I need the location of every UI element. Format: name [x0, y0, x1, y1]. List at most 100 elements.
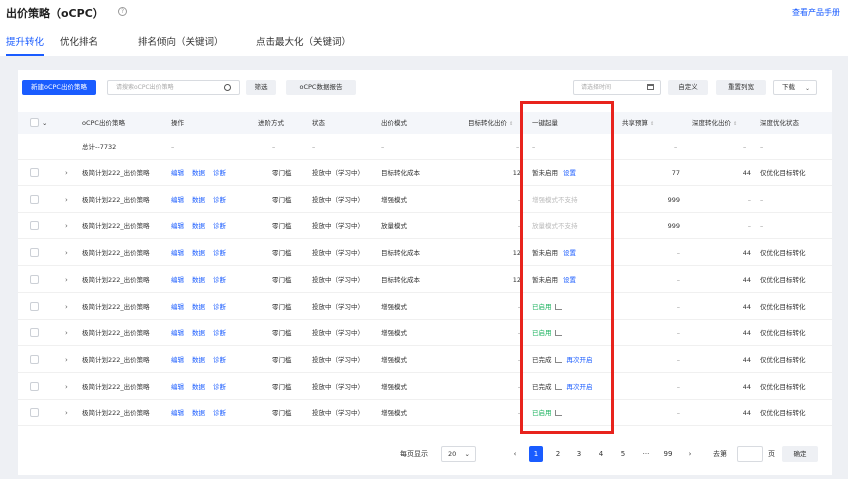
new-strategy-button[interactable]: 新建oCPC出价策略	[22, 80, 96, 95]
page-5[interactable]: 5	[616, 446, 630, 462]
col-deep-bid[interactable]: 深度转化出价 ⇕	[692, 112, 737, 135]
boost-action-link[interactable]: 设置	[563, 169, 576, 177]
page-4[interactable]: 4	[594, 446, 608, 462]
data-link[interactable]: 数据	[192, 356, 205, 364]
edit-link[interactable]: 编辑	[171, 356, 184, 364]
tab-optimize-rank[interactable]: 优化排名	[60, 34, 98, 56]
total-cell: –	[760, 143, 764, 151]
row-checkbox[interactable]	[30, 194, 39, 204]
boost-action-link[interactable]: 再次开启	[567, 383, 593, 391]
data-link[interactable]: 数据	[192, 249, 205, 257]
diagnose-link[interactable]: 诊断	[213, 383, 226, 391]
boost-action-link[interactable]: 设置	[563, 249, 576, 257]
diagnose-link[interactable]: 诊断	[213, 169, 226, 177]
table-row: › 极简计划222_出价策略 零门槛 投放中（学习中） 目标转化成本 12 – 44 仅优化目标…	[18, 240, 832, 267]
search-icon[interactable]	[224, 84, 231, 91]
expand-chevron-icon[interactable]: ›	[65, 294, 68, 320]
page-99[interactable]: 99	[659, 446, 677, 462]
row-checkbox[interactable]	[30, 168, 39, 177]
row-actions: 编辑 数据 诊断	[171, 400, 234, 426]
data-link[interactable]: 数据	[192, 329, 205, 337]
bar-chart-icon[interactable]	[554, 330, 562, 337]
expand-chevron-icon[interactable]: ›	[65, 374, 68, 400]
data-link[interactable]: 数据	[192, 409, 205, 417]
expand-chevron-icon[interactable]: ›	[65, 400, 68, 426]
diagnose-link[interactable]: 诊断	[213, 329, 226, 337]
row-checkbox[interactable]	[30, 221, 39, 231]
edit-link[interactable]: 编辑	[171, 409, 184, 417]
help-icon[interactable]: ?	[118, 7, 127, 16]
bar-chart-icon[interactable]	[554, 410, 562, 417]
edit-link[interactable]: 编辑	[171, 383, 184, 391]
expand-chevron-icon[interactable]: ›	[65, 160, 68, 186]
row-checkbox[interactable]	[30, 301, 39, 311]
col-shared-budget[interactable]: 共享预算 ⇕	[622, 112, 654, 135]
expand-chevron-icon[interactable]: ›	[65, 320, 68, 346]
edit-link[interactable]: 编辑	[171, 169, 184, 177]
diagnose-link[interactable]: 诊断	[213, 409, 226, 417]
diagnose-link[interactable]: 诊断	[213, 356, 226, 364]
edit-link[interactable]: 编辑	[171, 249, 184, 257]
report-button[interactable]: oCPC数据报告	[286, 80, 356, 95]
diagnose-link[interactable]: 诊断	[213, 196, 226, 204]
confirm-page-button[interactable]: 确定	[782, 446, 818, 462]
page-1[interactable]: 1	[529, 446, 543, 462]
prev-page-button[interactable]: ‹	[508, 446, 522, 462]
tab-boost-conversion[interactable]: 提升转化	[6, 34, 45, 56]
boost-action-link[interactable]: 设置	[563, 276, 576, 284]
row-checkbox[interactable]	[30, 328, 39, 338]
filter-button[interactable]: 筛选	[246, 80, 276, 95]
cell-bid-mode: 放量模式	[381, 222, 407, 231]
select-all-checkbox[interactable]	[30, 118, 39, 127]
reset-columns-button[interactable]: 重置列宽	[716, 80, 766, 95]
data-link[interactable]: 数据	[192, 276, 205, 284]
page-2[interactable]: 2	[551, 446, 565, 462]
custom-button[interactable]: 自定义	[668, 80, 708, 95]
data-link[interactable]: 数据	[192, 383, 205, 391]
bar-chart-icon[interactable]	[554, 303, 562, 310]
edit-link[interactable]: 编辑	[171, 276, 184, 284]
table-row: › 极简计划222_出价策略 零门槛 投放中（学习中） 放量模式 –999– – 编辑 数据 诊断…	[18, 213, 832, 240]
edit-link[interactable]: 编辑	[171, 303, 184, 311]
page-ellipsis[interactable]: ···	[637, 446, 655, 462]
expand-chevron-icon[interactable]: ›	[65, 187, 68, 213]
tab-click-maximize[interactable]: 点击最大化（关键词）	[256, 34, 351, 56]
cell-budget: 999	[667, 195, 680, 204]
next-page-button[interactable]: ›	[683, 446, 697, 462]
row-checkbox[interactable]	[30, 354, 39, 364]
download-dropdown[interactable]: 下载 ⌄	[773, 80, 817, 95]
data-link[interactable]: 数据	[192, 303, 205, 311]
tab-rank-tendency[interactable]: 排名倾向（关键词）	[138, 34, 224, 56]
bar-chart-icon[interactable]	[554, 356, 562, 363]
data-link[interactable]: 数据	[192, 196, 205, 204]
expand-chevron-icon[interactable]: ›	[65, 347, 68, 373]
expand-chevron-icon[interactable]: ›	[65, 267, 68, 293]
row-checkbox[interactable]	[30, 408, 39, 418]
col-target-bid[interactable]: 目标转化出价 ⇕	[468, 112, 513, 135]
diagnose-link[interactable]: 诊断	[213, 249, 226, 257]
select-all-chevron-icon[interactable]: ⌄	[42, 112, 47, 134]
search-input[interactable]: 请搜索oCPC出价策略	[107, 80, 240, 95]
diagnose-link[interactable]: 诊断	[213, 276, 226, 284]
bar-chart-icon[interactable]	[554, 383, 562, 390]
row-checkbox[interactable]	[30, 274, 39, 284]
boost-action-link[interactable]: 再次开启	[567, 356, 593, 364]
edit-link[interactable]: 编辑	[171, 222, 184, 230]
edit-link[interactable]: 编辑	[171, 329, 184, 337]
expand-chevron-icon[interactable]: ›	[65, 240, 68, 266]
date-picker[interactable]: 请选择时间	[573, 80, 661, 95]
edit-link[interactable]: 编辑	[171, 196, 184, 204]
goto-page-input[interactable]	[737, 446, 763, 462]
data-link[interactable]: 数据	[192, 169, 205, 177]
row-checkbox[interactable]	[30, 381, 39, 391]
cell-bid-mode: 增强模式	[381, 195, 407, 204]
data-link[interactable]: 数据	[192, 222, 205, 230]
page-3[interactable]: 3	[572, 446, 586, 462]
row-checkbox[interactable]	[30, 248, 39, 258]
diagnose-link[interactable]: 诊断	[213, 303, 226, 311]
per-page-select[interactable]: 20 ⌄	[441, 446, 476, 462]
expand-chevron-icon[interactable]: ›	[65, 213, 68, 239]
diagnose-link[interactable]: 诊断	[213, 222, 226, 230]
product-manual-link[interactable]: 查看产品手册	[792, 7, 840, 18]
cell-deep-bid: 44	[742, 169, 751, 177]
